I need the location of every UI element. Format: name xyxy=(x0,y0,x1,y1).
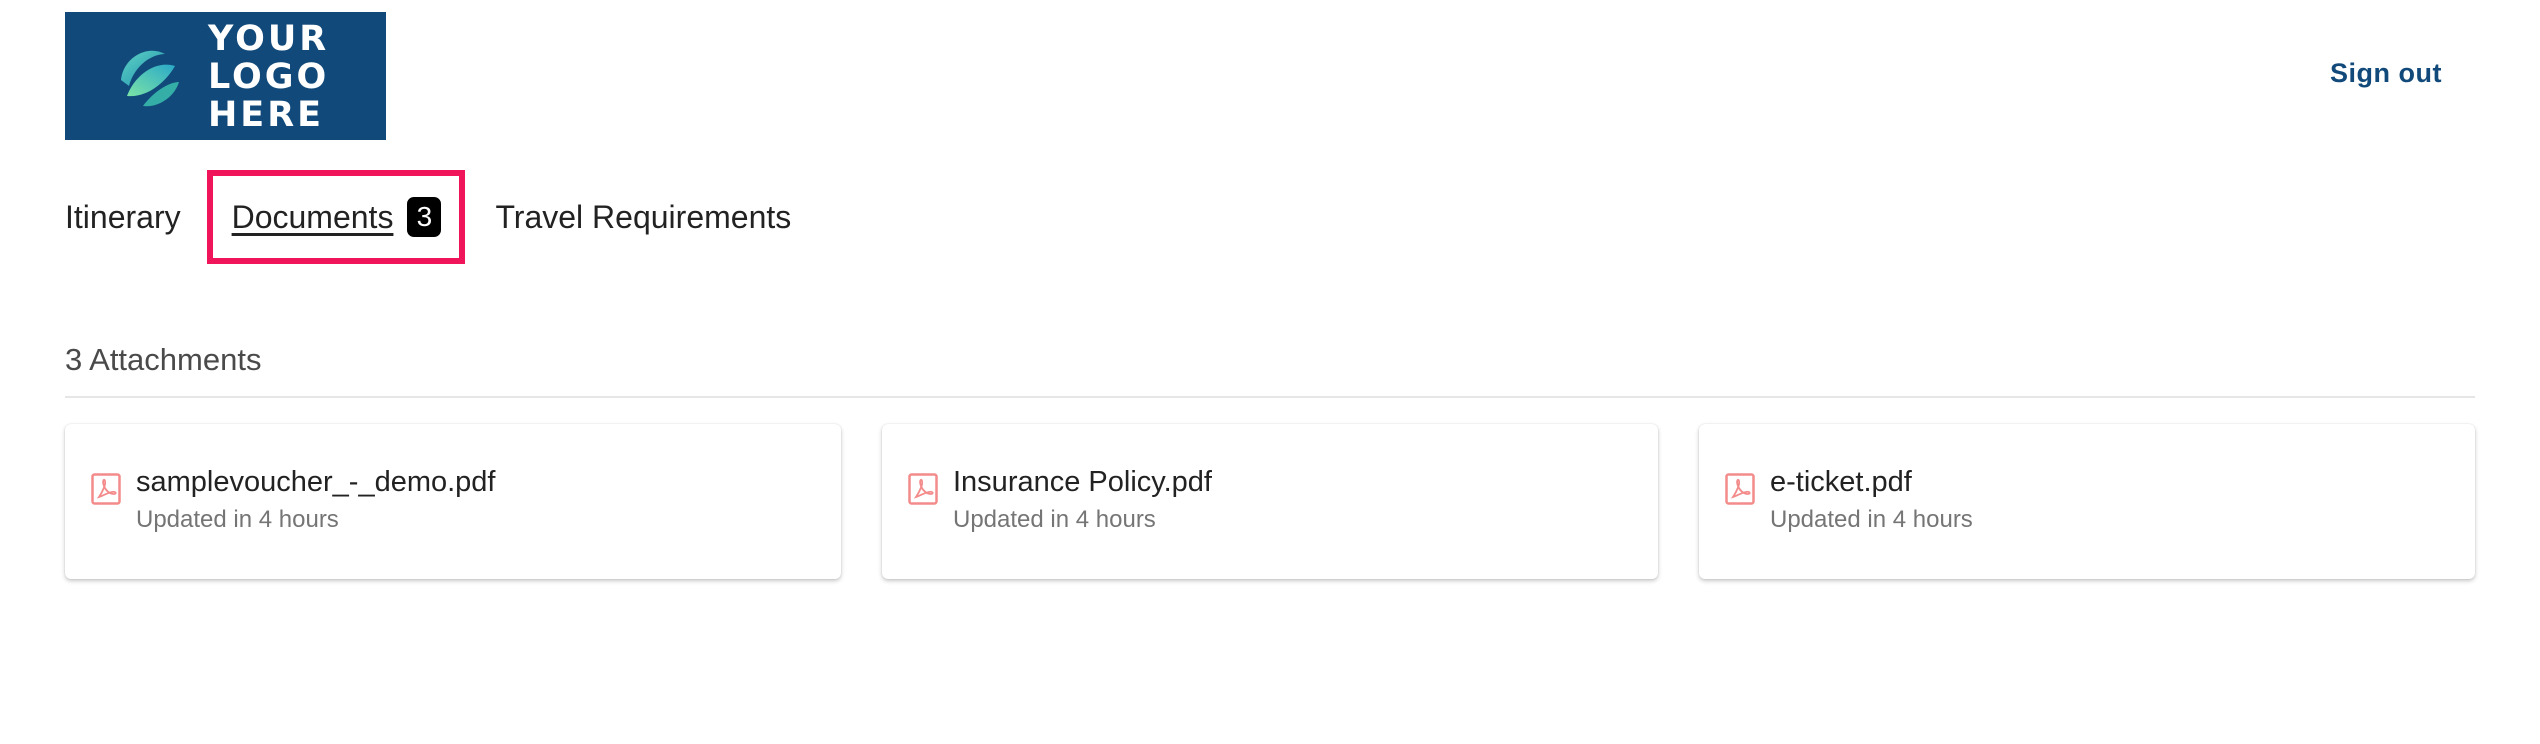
page: YOUR LOGO HERE Sign out Itinerary Docume… xyxy=(0,0,2540,744)
tab-label: Itinerary xyxy=(65,198,181,235)
file-name[interactable]: e-ticket.pdf xyxy=(1770,466,1912,499)
attachment-card[interactable]: samplevoucher_-_demo.pdf Updated in 4 ho… xyxy=(65,424,841,579)
tab-bar: Itinerary Documents 3 Travel Requirement… xyxy=(65,170,791,264)
count-badge: 3 xyxy=(407,197,442,237)
attachments-title: 3 Attachments xyxy=(65,342,262,377)
file-updated-time: Updated in 4 hours xyxy=(1770,506,1973,533)
file-updated-time: Updated in 4 hours xyxy=(136,506,339,533)
tab-itinerary[interactable]: Itinerary xyxy=(65,199,181,236)
tab-travel-requirements[interactable]: Travel Requirements xyxy=(495,199,791,236)
sign-out-link[interactable]: Sign out xyxy=(2330,58,2442,89)
logo-line: HERE xyxy=(208,95,325,135)
logo-text: YOUR LOGO HERE xyxy=(208,20,329,134)
attachment-card[interactable]: Insurance Policy.pdf Updated in 4 hours xyxy=(882,424,1658,579)
attachment-list: samplevoucher_-_demo.pdf Updated in 4 ho… xyxy=(65,424,2475,579)
file-name[interactable]: samplevoucher_-_demo.pdf xyxy=(136,466,495,499)
tab-label: Travel Requirements xyxy=(495,198,792,235)
tab-documents[interactable]: Documents 3 xyxy=(206,170,466,264)
attachment-card[interactable]: e-ticket.pdf Updated in 4 hours xyxy=(1699,424,2475,579)
file-name[interactable]: Insurance Policy.pdf xyxy=(953,466,1212,499)
pdf-icon xyxy=(908,473,938,505)
file-updated-time: Updated in 4 hours xyxy=(953,506,1156,533)
logo-line: LOGO xyxy=(208,57,330,97)
company-logo: YOUR LOGO HERE xyxy=(65,12,386,140)
divider xyxy=(65,396,2475,398)
logo-line: YOUR xyxy=(208,19,330,59)
globe-logo-icon xyxy=(121,50,179,107)
pdf-icon xyxy=(91,473,121,505)
tab-label: Documents xyxy=(231,198,394,235)
pdf-icon xyxy=(1725,473,1755,505)
